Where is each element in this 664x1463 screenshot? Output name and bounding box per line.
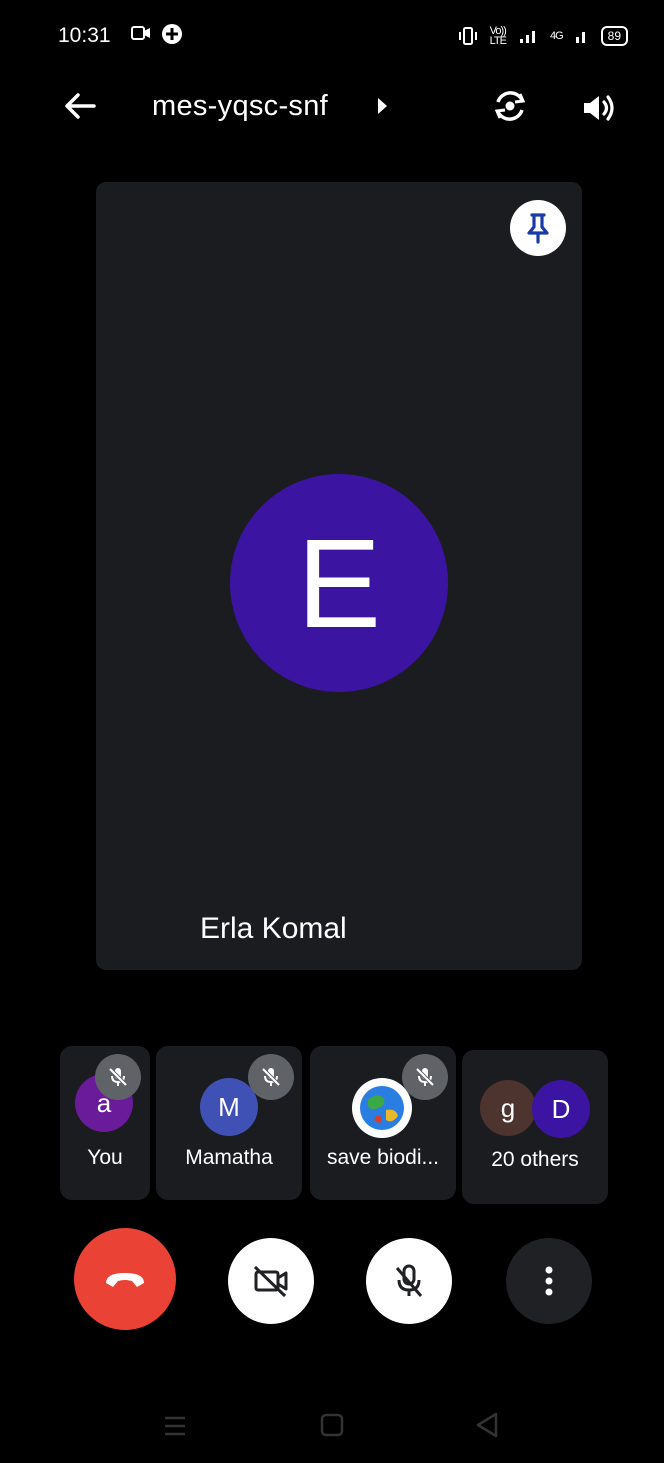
camera-off-icon	[253, 1265, 288, 1298]
participant-tile-others[interactable]: g D 20 others	[462, 1050, 608, 1204]
participant-tile-you[interactable]: a You	[60, 1046, 150, 1200]
caret-right-icon[interactable]	[378, 98, 387, 114]
participant-tile-mamatha[interactable]: M Mamatha	[156, 1046, 302, 1200]
switch-camera-icon[interactable]	[490, 86, 530, 126]
main-participant-tile[interactable]: E Erla Komal	[96, 182, 582, 970]
status-left-icons	[130, 22, 184, 46]
signal-icon-2	[575, 32, 585, 43]
screen-record-icon	[131, 26, 150, 40]
avatar-save-biodiversity	[352, 1078, 412, 1138]
participant-name: Erla Komal	[200, 912, 347, 945]
participant-strip: a You M Mamatha save biodi... g D 20 oth…	[60, 1046, 608, 1204]
mic-off-icon	[395, 1264, 423, 1297]
mic-off-icon	[261, 1067, 281, 1087]
home-icon[interactable]	[320, 1413, 344, 1437]
call-controls	[0, 1228, 664, 1338]
participant-label-others: 20 others	[491, 1148, 579, 1171]
back-arrow-icon[interactable]	[60, 86, 100, 126]
participant-label-mamatha: Mamatha	[185, 1146, 273, 1169]
more-options-button[interactable]	[506, 1238, 592, 1324]
meeting-header: mes-yqsc-snf	[0, 74, 664, 144]
participant-avatar: E	[230, 474, 448, 692]
muted-badge-save-biodiversity	[402, 1054, 448, 1100]
more-vertical-icon	[545, 1266, 553, 1296]
participant-label-save-biodiversity: save biodi...	[326, 1146, 440, 1169]
pin-button[interactable]	[510, 200, 566, 256]
back-triangle-icon[interactable]	[474, 1411, 500, 1439]
participant-tile-save-biodiversity[interactable]: save biodi...	[310, 1046, 456, 1200]
participant-label-you: You	[87, 1146, 123, 1169]
status-bar: 10:31 Vo)) LTE 4G 89	[0, 0, 664, 70]
mic-off-icon	[415, 1067, 435, 1087]
speaker-icon[interactable]	[578, 88, 618, 128]
status-time: 10:31	[58, 24, 111, 47]
vibrate-icon	[458, 27, 477, 45]
muted-badge-you	[95, 1054, 141, 1100]
avatar-other-g: g	[480, 1080, 536, 1136]
muted-badge-mamatha	[248, 1054, 294, 1100]
app-status-icon	[162, 24, 182, 44]
signal-icon-1	[519, 31, 535, 43]
meeting-code[interactable]: mes-yqsc-snf	[152, 90, 328, 123]
volte-indicator: Vo)) LTE	[489, 25, 507, 47]
mic-off-icon	[108, 1067, 128, 1087]
globe-logo-icon	[360, 1086, 404, 1130]
camera-toggle-button[interactable]	[228, 1238, 314, 1324]
system-nav-bar	[0, 1395, 664, 1455]
pin-icon	[527, 213, 549, 244]
recents-icon[interactable]	[162, 1415, 188, 1437]
battery-icon: 89	[600, 26, 628, 46]
network-type: 4G	[549, 30, 564, 42]
status-right-icons: Vo)) LTE 4G 89	[458, 25, 628, 47]
mic-toggle-button[interactable]	[366, 1238, 452, 1324]
end-call-button[interactable]	[74, 1228, 176, 1330]
end-call-icon	[106, 1273, 144, 1287]
avatar-other-d: D	[532, 1080, 590, 1138]
